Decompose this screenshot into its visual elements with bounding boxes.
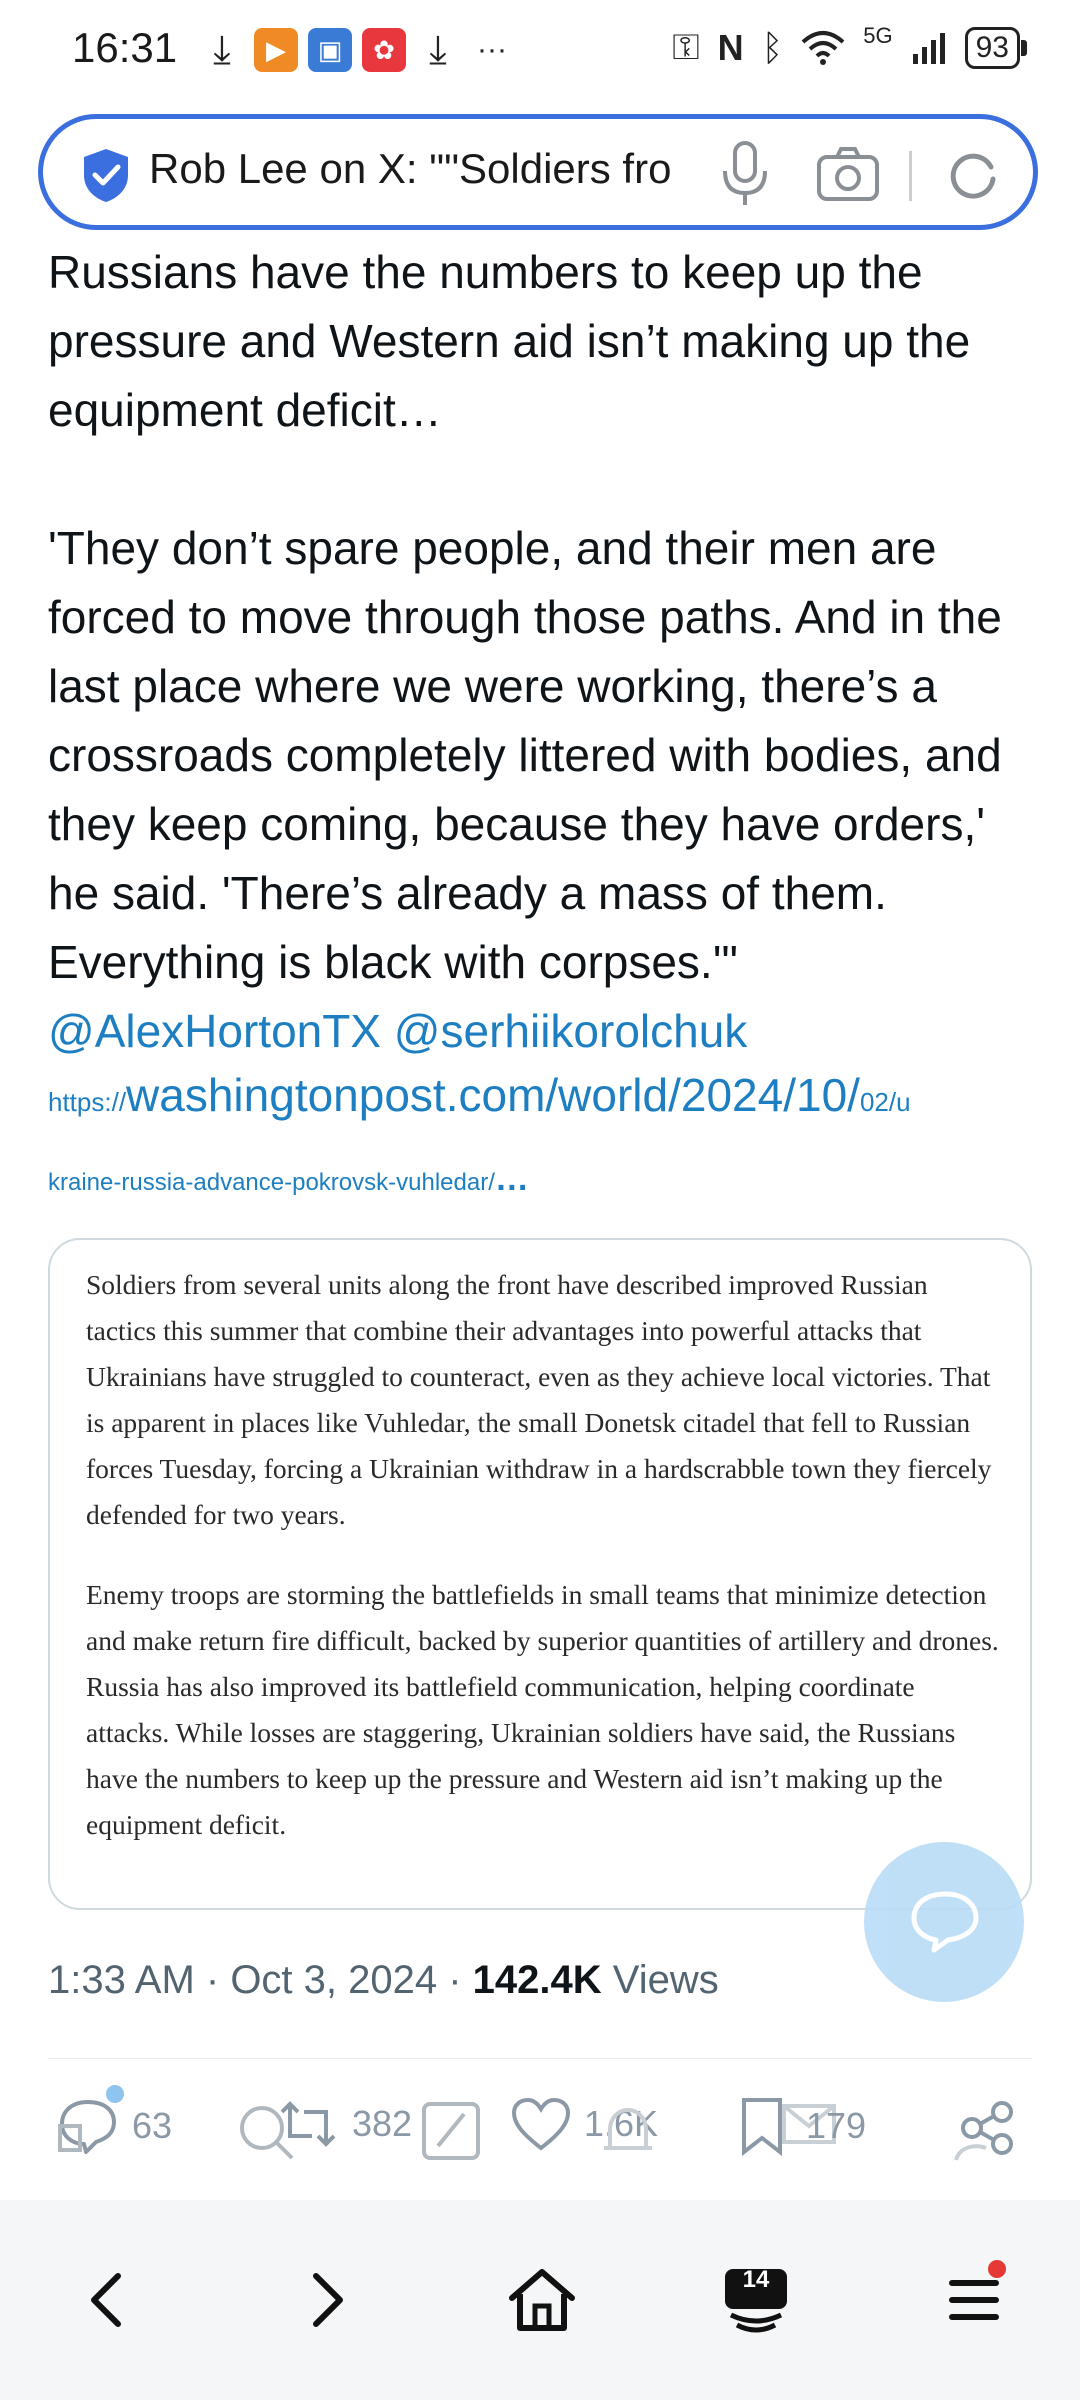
repost-icon	[280, 2101, 336, 2147]
video-app-icon: ▶	[254, 28, 298, 72]
microphone-icon[interactable]	[715, 139, 775, 209]
reply-icon	[58, 2100, 116, 2154]
bluetooth-icon: ᛒ	[761, 26, 784, 68]
menu-button[interactable]	[934, 2260, 1014, 2340]
notification-bell-icon[interactable]	[600, 2102, 656, 2162]
menu-icon	[949, 2280, 999, 2320]
nfc-icon: N	[717, 26, 744, 68]
address-divider	[909, 151, 912, 201]
notification-icons: ⤓ ▶ ▣ ✿ ⤓ ···	[200, 24, 514, 76]
download-icon-2: ⤓	[429, 27, 447, 72]
menu-badge	[988, 2260, 1006, 2278]
share-icon[interactable]	[950, 2098, 1026, 2164]
reply-button[interactable]: 63	[56, 2096, 172, 2156]
link-prefix[interactable]: https://	[48, 1087, 126, 1117]
tweet-link-continued[interactable]: kraine-russia-advance-pokrovsk-vuhledar/…	[48, 1160, 529, 1199]
bookmark-button[interactable]: 179	[740, 2096, 866, 2156]
wifi-icon	[801, 30, 845, 65]
repost-count: 382	[352, 2103, 413, 2144]
back-button[interactable]	[66, 2260, 146, 2340]
compose-reply-button[interactable]	[864, 1842, 1024, 2002]
forward-button[interactable]	[288, 2260, 368, 2340]
quote-card-text: Soldiers from several units along the fr…	[86, 1262, 1004, 1882]
app-icon: ▣	[308, 28, 352, 72]
link-path[interactable]: kraine-russia-advance-pokrovsk-vuhledar/	[48, 1169, 495, 1196]
tabs-count: 14	[742, 2266, 770, 2293]
tweet-paragraph: Russians have the numbers to keep up the…	[48, 246, 971, 436]
tweet-time: 1:33 AM	[48, 1958, 195, 2002]
browser-bottom-nav: 14	[0, 2200, 1080, 2400]
views-count: 142.4K	[472, 1958, 602, 2002]
more-notifications-icon: ···	[477, 33, 507, 66]
system-icons: ⚿ N ᛒ 5G 93	[672, 22, 1028, 69]
tweet-link[interactable]: https://washingtonpost.com/world/2024/10…	[48, 1068, 1048, 1122]
chat-bubble-icon	[911, 1891, 979, 1953]
address-bar[interactable]: Rob Lee on X: ""Soldiers fro	[38, 114, 1038, 230]
bookmark-count: 179	[806, 2105, 867, 2146]
chevron-right-icon	[313, 2273, 343, 2327]
tweet-meta: 1:33 AM · Oct 3, 2024 · 142.4K Views	[48, 1958, 719, 2002]
heart-icon	[511, 2097, 571, 2151]
tweet-mentions[interactable]: @AlexHortonTX @serhiikorolchuk	[48, 997, 1038, 1066]
link-main[interactable]: washingtonpost.com/world/2024/10/	[126, 1069, 860, 1121]
signal-icon: 5G	[863, 22, 893, 48]
tweet-body: Russians have the numbers to keep up the…	[48, 238, 1038, 1066]
home-icon	[509, 2269, 575, 2331]
download-icon: ⤓	[213, 27, 231, 72]
repost-button[interactable]: 382	[276, 2096, 412, 2152]
status-bar: 16:31 ⤓ ▶ ▣ ✿ ⤓ ··· ⚿ N ᛒ 5G 93	[0, 0, 1080, 100]
tweet-actions: 63 382 1.6K 179	[0, 2080, 1080, 2180]
key-icon: ⚿	[672, 26, 700, 67]
views-label: Views	[601, 1958, 719, 2002]
link-ellipsis[interactable]: …	[495, 1160, 529, 1198]
page-title[interactable]: Rob Lee on X: ""Soldiers fro	[149, 145, 719, 193]
divider	[48, 2058, 1032, 2059]
status-time: 16:31	[72, 24, 178, 71]
quote-paragraph: Soldiers from several units along the fr…	[86, 1269, 992, 1530]
chevron-left-icon	[91, 2273, 121, 2327]
tweet-date: Oct 3, 2024	[230, 1958, 438, 2002]
huawei-app-icon: ✿	[362, 28, 406, 72]
home-button[interactable]	[502, 2260, 582, 2340]
battery-indicator: 93	[964, 26, 1028, 69]
quote-card[interactable]: Soldiers from several units along the fr…	[48, 1238, 1032, 1910]
edit-icon[interactable]	[420, 2100, 482, 2162]
quote-paragraph: Enemy troops are storming the battlefiel…	[86, 1579, 999, 1840]
cell-signal-icon	[912, 32, 945, 64]
camera-icon[interactable]	[813, 143, 883, 205]
shield-icon	[84, 149, 128, 202]
tweet-paragraph: 'They don’t spare people, and their men …	[48, 522, 1002, 988]
reload-icon[interactable]	[943, 145, 1003, 205]
tabs-button[interactable]: 14	[716, 2260, 796, 2340]
link-suffix[interactable]: 02/u	[860, 1087, 911, 1117]
reply-count: 63	[132, 2105, 173, 2146]
